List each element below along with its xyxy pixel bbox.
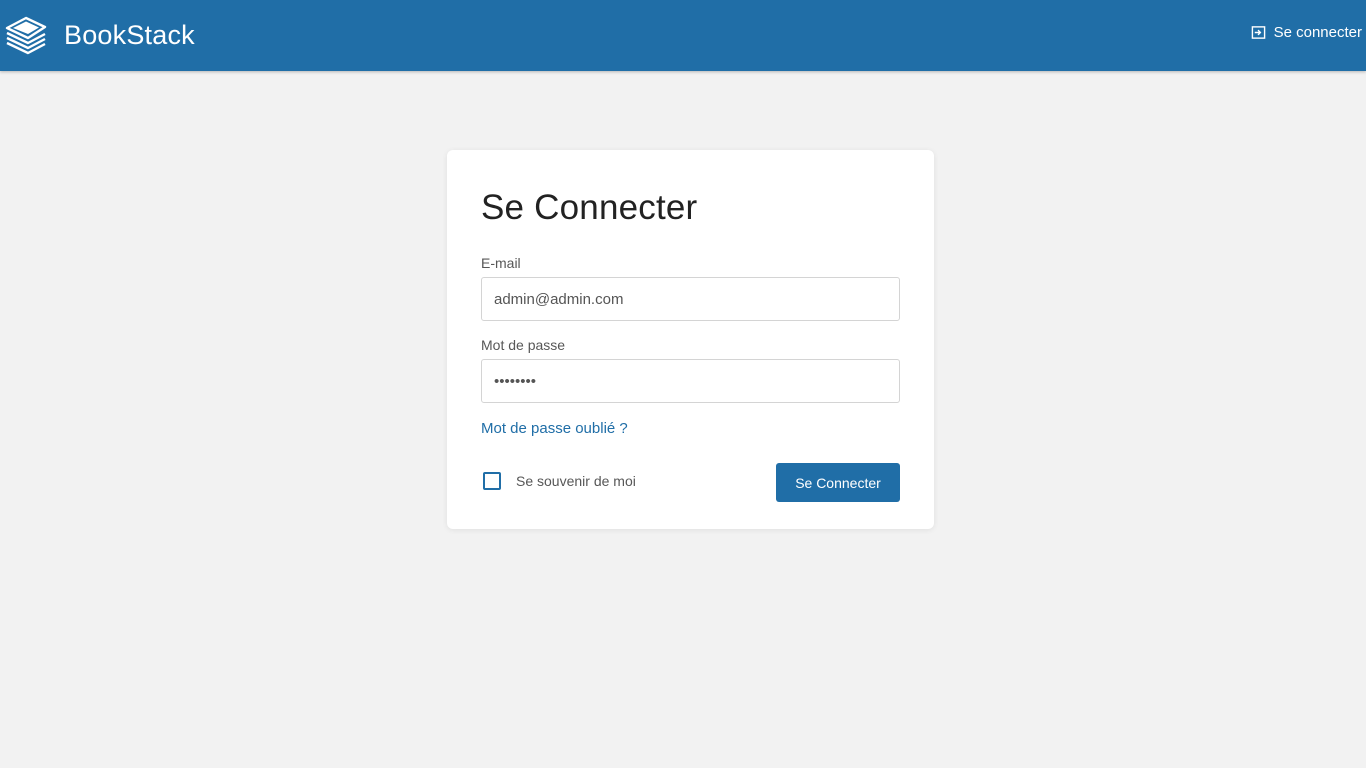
header-login-link[interactable]: Se connecter bbox=[1251, 24, 1362, 41]
app-header: BookStack Se connecter bbox=[0, 0, 1366, 71]
header-login-label: Se connecter bbox=[1273, 24, 1362, 41]
password-label: Mot de passe bbox=[481, 337, 566, 353]
email-label: E-mail bbox=[481, 255, 521, 271]
forgot-password-link[interactable]: Mot de passe oublié ? bbox=[481, 420, 628, 437]
password-field[interactable] bbox=[481, 359, 900, 403]
page-title: Se Connecter bbox=[481, 188, 698, 227]
brand-name: BookStack bbox=[64, 19, 195, 50]
email-field[interactable] bbox=[481, 277, 900, 321]
login-card: Se Connecter E-mail Mot de passe Mot de … bbox=[447, 150, 934, 529]
remember-me-checkbox[interactable] bbox=[483, 472, 501, 490]
logo-link[interactable]: BookStack bbox=[4, 13, 195, 57]
bookstack-logo-icon bbox=[5, 16, 47, 55]
remember-me-label: Se souvenir de moi bbox=[516, 473, 636, 489]
login-icon bbox=[1251, 26, 1265, 39]
login-button[interactable]: Se Connecter bbox=[776, 463, 900, 502]
remember-me-control[interactable]: Se souvenir de moi bbox=[483, 472, 636, 490]
